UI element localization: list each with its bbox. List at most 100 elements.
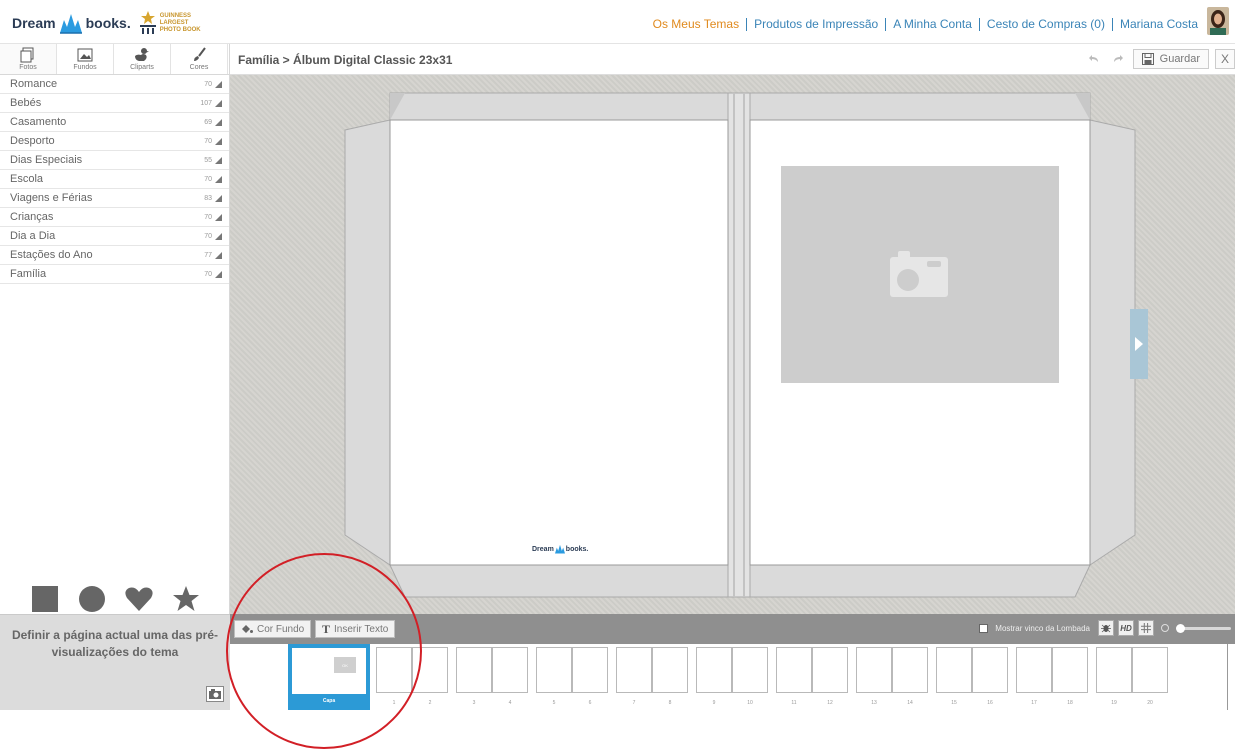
expand-triangle-icon [215,270,222,278]
thumbnail-page[interactable] [696,647,732,693]
nav-my-account[interactable]: A Minha Conta [886,17,980,31]
thumbnail-page[interactable] [812,647,848,693]
close-button[interactable]: X [1215,49,1235,69]
thumbnail-page[interactable] [412,647,448,693]
thumbnail-page-number: 20 [1147,700,1153,706]
guinness-text: GUINNESS LARGEST PHOTO BOOK [159,12,201,33]
thumbnail-strip-edge [1227,644,1235,710]
thumbnail-page[interactable] [1016,647,1052,693]
category-item[interactable]: Família 70 [0,265,229,284]
theme-category-list: Romance 70 Bebés 107 Casamento 69 Desporto 7… [0,75,229,284]
thumbnail-page[interactable] [616,647,652,693]
thumbnail-page[interactable] [892,647,928,693]
thumbnail-page[interactable] [1132,647,1168,693]
thumbnail-page[interactable] [1096,647,1132,693]
spine-crease-checkbox[interactable] [979,623,989,633]
thumbnail-spread[interactable]: 34 [456,644,528,710]
thumbnail-spread[interactable]: 13 14 [856,644,928,710]
set-preview-text: Definir a página actual uma das pré-visu… [11,628,219,659]
category-item[interactable]: Dias Especiais 55 [0,151,229,170]
nav-shopping-cart[interactable]: Cesto de Compras (0) [980,17,1113,31]
thumbnail-page-number: 6 [588,700,592,706]
breadcrumb[interactable]: Família > Álbum Digital Classic 23x31 [238,53,452,67]
thumbnail-page[interactable] [732,647,768,693]
nav-print-products[interactable]: Produtos de Impressão [747,17,887,31]
nav-user-name[interactable]: Mariana Costa [1113,17,1205,31]
thumbnail-spread[interactable]: 12 [376,644,448,710]
thumbnail-spread[interactable]: 15 16 [936,644,1008,710]
expand-triangle-icon [215,118,222,126]
heart-shape-icon[interactable] [124,584,154,614]
zoom-out-icon[interactable] [1161,624,1169,632]
thumbnail-spread[interactable]: 56 [536,644,608,710]
arrow-right-icon [1135,337,1143,351]
category-item[interactable]: Escola 70 [0,170,229,189]
grid-icon [1141,623,1151,633]
thumbnail-spread[interactable]: 19 20 [1096,644,1168,710]
thumbnail-page[interactable] [776,647,812,693]
thumbnail-page[interactable] [972,647,1008,693]
expand-triangle-icon [215,137,222,145]
tab-backgrounds[interactable]: Fundos [57,44,114,74]
undo-button[interactable] [1085,49,1103,69]
category-item[interactable]: Casamento 69 [0,113,229,132]
thumbnail-page[interactable] [456,647,492,693]
thumbnail-page[interactable] [492,647,528,693]
bug-icon [1101,624,1111,633]
save-icon [1141,53,1154,65]
save-button[interactable]: Guardar [1132,49,1209,69]
top-navigation: Os Meus Temas Produtos de Impressão A Mi… [646,7,1229,35]
dreambooks-logo[interactable]: Dream books. GUINNESS LARGEST PHOTO BOOK [12,8,201,38]
category-item[interactable]: Desporto 70 [0,132,229,151]
duck-icon [135,48,149,61]
top-bar: Dream books. GUINNESS LARGEST PHOTO BOOK… [0,0,1235,44]
nav-my-themes[interactable]: Os Meus Temas [646,17,748,31]
thumbnail-page[interactable] [936,647,972,693]
star-shape-icon[interactable] [171,584,201,614]
camera-placeholder-icon [890,251,948,297]
photo-icon [20,47,34,63]
set-preview-camera-button[interactable] [206,686,224,702]
insert-text-button[interactable]: T Inserir Texto [315,620,396,638]
thumbnail-page-number: 13 [871,700,877,706]
thumbnail-spread[interactable]: 11 12 [776,644,848,710]
album-workspace[interactable]: Dream books. [230,75,1235,614]
thumbnail-page-number: 12 [827,700,833,706]
tab-photos[interactable]: Fotos [0,44,57,74]
thumbnail-cover[interactable]: OK Capa [288,644,370,710]
bottom-left-flap [389,564,729,598]
bug-report-button[interactable] [1098,620,1114,636]
thumbnail-page[interactable] [536,647,572,693]
album-spread [344,92,1136,598]
zoom-slider-knob[interactable] [1176,623,1185,633]
category-item[interactable]: Viagens e Férias 83 [0,189,229,208]
category-item[interactable]: Estações do Ano 77 [0,246,229,265]
redo-button[interactable] [1109,49,1127,69]
avatar[interactable] [1207,7,1229,35]
brush-icon [194,47,206,61]
category-item[interactable]: Romance 70 [0,75,229,94]
thumbnail-page[interactable] [652,647,688,693]
thumbnail-page[interactable] [856,647,892,693]
thumbnail-page-number: 17 [1031,700,1037,706]
guinness-badge: GUINNESS LARGEST PHOTO BOOK [139,11,201,35]
thumbnail-spread[interactable]: 78 [616,644,688,710]
grid-toggle-button[interactable] [1138,620,1154,636]
thumbnail-spread[interactable]: 9 10 [696,644,768,710]
next-page-arrow[interactable] [1130,309,1148,379]
thumbnail-page[interactable] [376,647,412,693]
circle-shape-icon[interactable] [77,584,107,614]
thumbnail-page[interactable] [572,647,608,693]
square-shape-icon[interactable] [30,584,60,614]
tab-cliparts[interactable]: Cliparts [114,44,171,74]
tab-colors[interactable]: Cores [171,44,228,74]
thumbnail-spread[interactable]: 17 18 [1016,644,1088,710]
thumbnail-page-number: 15 [951,700,957,706]
thumbnail-page[interactable] [1052,647,1088,693]
zoom-slider[interactable] [1176,623,1231,633]
hd-button[interactable]: HD [1118,620,1134,636]
category-item[interactable]: Bebés 107 [0,94,229,113]
category-item[interactable]: Crianças 70 [0,208,229,227]
background-color-button[interactable]: Cor Fundo [234,620,312,638]
category-item[interactable]: Dia a Dia 70 [0,227,229,246]
